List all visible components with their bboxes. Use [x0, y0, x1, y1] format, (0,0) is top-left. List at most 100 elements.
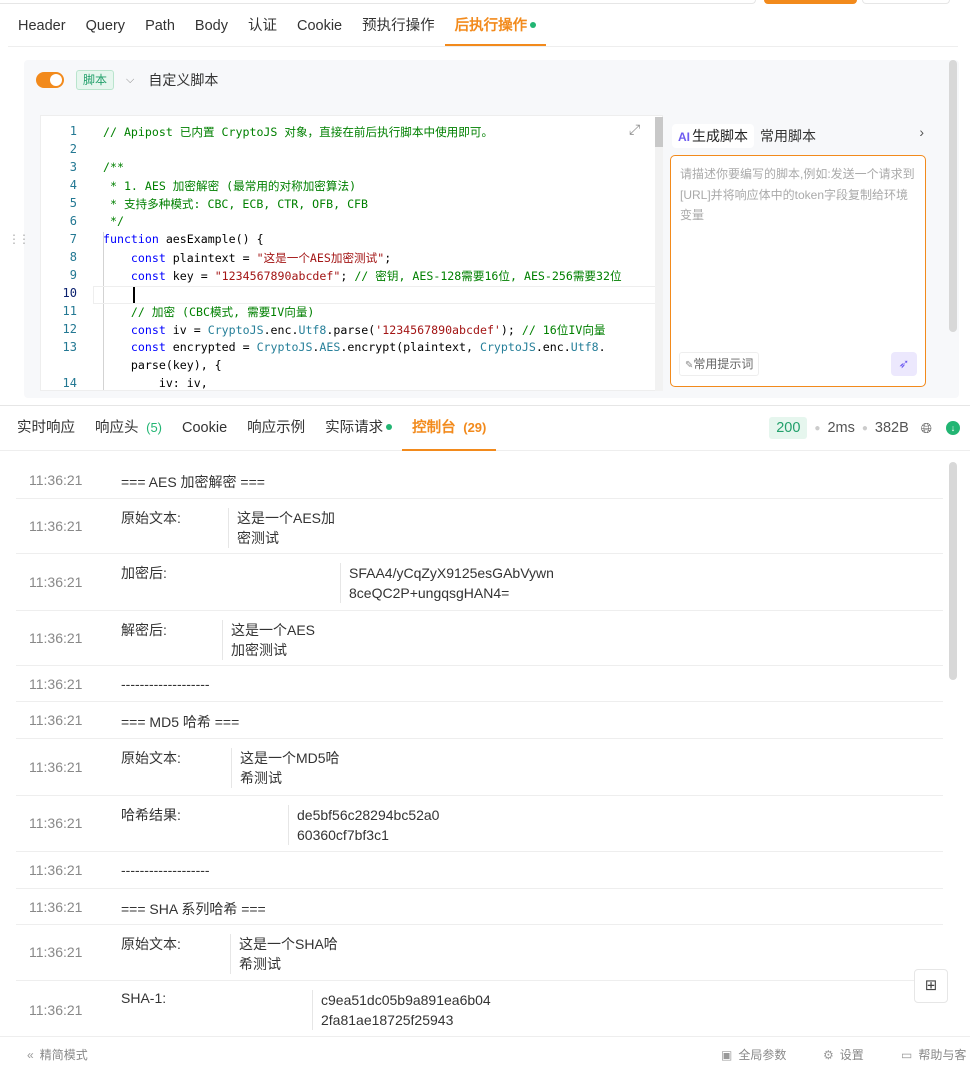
tab-generate-script[interactable]: AI生成脚本 [672, 124, 754, 148]
code-token: iv = [166, 323, 208, 337]
console-row: 11:36:21哈希结果:de5bf56c28294bc52a060360cf7… [16, 796, 943, 852]
tab-response-5[interactable]: 控制台 (29) [402, 406, 496, 451]
tab-response-1[interactable]: 响应头 (5) [85, 406, 172, 451]
log-value-line: 密测试 [237, 528, 335, 548]
editor-scrollbar-track[interactable] [655, 117, 663, 391]
code-token [103, 251, 131, 265]
send-button[interactable] [764, 0, 857, 4]
request-tab-label: Query [86, 18, 126, 34]
code-area[interactable]: // Apipost 已内置 CryptoJS 对象，直接在前后执行脚本中使用即… [103, 116, 658, 390]
log-timestamp: 11:36:21 [29, 676, 82, 692]
response-time: 2ms [827, 420, 854, 436]
tab-request-7[interactable]: 后执行操作 [445, 8, 547, 46]
drag-handle-icon[interactable]: ⋮⋮ [8, 232, 28, 246]
tab-request-1[interactable]: Query [76, 8, 136, 46]
log-value: c9ea51dc05b9a891ea6b042fa81ae18725f25943 [312, 990, 491, 1030]
url-input[interactable] [0, 0, 756, 4]
globe-icon[interactable]: 🌐︎ [921, 420, 932, 437]
code-token: /** [103, 160, 124, 174]
tab-response-0[interactable]: 实时响应 [7, 406, 85, 451]
log-label: 原始文本: [121, 934, 181, 954]
console-scrollbar[interactable] [949, 462, 957, 680]
code-token: CryptoJS [480, 340, 536, 354]
console-log: 11:36:21=== AES 加密解密 ===11:36:21原始文本:这是一… [16, 462, 943, 1034]
log-timestamp: 11:36:21 [29, 759, 82, 775]
global-params-button[interactable]: ▣全局参数 [721, 1046, 786, 1063]
tab-request-0[interactable]: Header [8, 8, 76, 46]
download-icon[interactable]: ↓ [946, 421, 960, 435]
code-token: ; [384, 251, 391, 265]
console-row: 11:36:21原始文本:这是一个AES加密测试 [16, 499, 943, 554]
help-button[interactable]: ▭帮助与客 [901, 1046, 966, 1063]
code-token: // Apipost 已内置 CryptoJS 对象，直接在前后执行脚本中使用即… [103, 125, 493, 139]
tab-request-3[interactable]: Body [185, 8, 238, 46]
tab-request-5[interactable]: Cookie [287, 8, 352, 46]
status-badge: 200 [769, 417, 807, 439]
console-row: 11:36:21=== MD5 哈希 === [16, 702, 943, 739]
code-token: aesExample() { [159, 232, 264, 246]
code-token [103, 340, 131, 354]
chevron-right-icon[interactable]: › [919, 124, 924, 140]
log-label: 原始文本: [121, 748, 181, 768]
log-value-line: 这是一个AES加 [237, 508, 335, 528]
log-timestamp: 11:36:21 [29, 944, 82, 960]
save-button[interactable] [862, 0, 950, 4]
tab-request-4[interactable]: 认证 [238, 8, 287, 46]
line-number: 1 [41, 124, 77, 138]
code-line: * 支持多种模式: CBC, ECB, CTR, OFB, CFB [103, 196, 368, 212]
code-token: // 密钥, AES-128需要16位, AES-256需要32位 [354, 269, 621, 283]
line-number: 13 [41, 340, 77, 354]
tab-request-6[interactable]: 预执行操作 [352, 8, 445, 46]
console-row: 11:36:21解密后:这是一个AES加密测试 [16, 611, 943, 666]
line-number: 6 [41, 214, 77, 228]
log-value-line: 这是一个AES [231, 620, 315, 640]
tab-common-script[interactable]: 常用脚本 [754, 124, 822, 148]
request-tab-label: Body [195, 18, 228, 34]
code-token: CryptoJS [257, 340, 313, 354]
compact-mode-button[interactable]: «精简模式 [27, 1046, 88, 1063]
log-value: SFAA4/yCqZyX9125esGAbVywn8ceQC2P+ungqsgH… [340, 563, 554, 603]
log-value: 这是一个MD5哈希测试 [231, 748, 340, 788]
request-tab-label: Header [18, 18, 66, 34]
log-message: === AES 加密解密 === [121, 472, 265, 492]
panel-scrollbar[interactable] [949, 60, 957, 332]
code-line: const iv = CryptoJS.enc.Utf8.parse('1234… [103, 322, 606, 338]
tab-request-2[interactable]: Path [135, 8, 185, 46]
log-value-line: SFAA4/yCqZyX9125esGAbVywn [349, 563, 554, 583]
tab-response-3[interactable]: 响应示例 [237, 406, 315, 451]
ai-icon: AI [678, 130, 690, 144]
response-tabs: 实时响应响应头 (5)Cookie响应示例实际请求控制台 (29) 200 ● … [0, 405, 970, 451]
log-value: 这是一个SHA哈希测试 [230, 934, 338, 974]
editor-scrollbar-thumb[interactable] [655, 117, 663, 147]
code-editor[interactable]: 1234567891011121314 // Apipost 已内置 Crypt… [40, 115, 663, 391]
global-params-icon: ▣ [721, 1048, 732, 1062]
code-token: * 支持多种模式: CBC, ECB, CTR, OFB, CFB [103, 197, 368, 211]
common-prompts-label: 常用提示词 [693, 357, 753, 371]
console-row: 11:36:21加密后:SFAA4/yCqZyX9125esGAbVywn8ce… [16, 554, 943, 611]
code-token: .enc. [264, 323, 299, 337]
log-timestamp: 11:36:21 [29, 712, 82, 728]
layout-toggle-icon[interactable]: ⊞ [914, 969, 948, 1003]
tab-generate-label: 生成脚本 [692, 128, 748, 144]
code-token: plaintext = [166, 251, 257, 265]
expand-icon[interactable]: ⤢ [629, 121, 647, 139]
code-line: * 1. AES 加密解密 (最常用的对称加密算法) [103, 178, 356, 194]
settings-button[interactable]: ⚙设置 [823, 1046, 864, 1063]
ai-prompt-input[interactable]: 请描述你要编写的脚本,例如:发送一个请求到[URL]并将响应体中的token字段… [670, 155, 926, 387]
log-timestamp: 11:36:21 [29, 862, 82, 878]
log-value: de5bf56c28294bc52a060360cf7bf3c1 [288, 805, 439, 845]
code-token: // 16位IV向量 [522, 323, 606, 337]
rocket-icon[interactable]: ➶ [891, 352, 917, 376]
chevron-down-icon[interactable]: ⌵ [126, 74, 134, 87]
common-prompts-button[interactable]: ✎常用提示词 [679, 352, 759, 376]
tab-response-2[interactable]: Cookie [172, 406, 237, 451]
help-label: 帮助与客 [918, 1048, 966, 1062]
code-token: const [131, 323, 166, 337]
script-type-tag[interactable]: 脚本 [76, 70, 114, 90]
line-number: 4 [41, 178, 77, 192]
log-value-line: 60360cf7bf3c1 [297, 825, 439, 845]
response-meta: 200 ● 2ms ● 382B 🌐︎ ↓ [769, 417, 960, 439]
script-enable-toggle[interactable] [36, 72, 64, 88]
tab-response-4[interactable]: 实际请求 [315, 406, 402, 451]
log-label: 哈希结果: [121, 805, 181, 825]
